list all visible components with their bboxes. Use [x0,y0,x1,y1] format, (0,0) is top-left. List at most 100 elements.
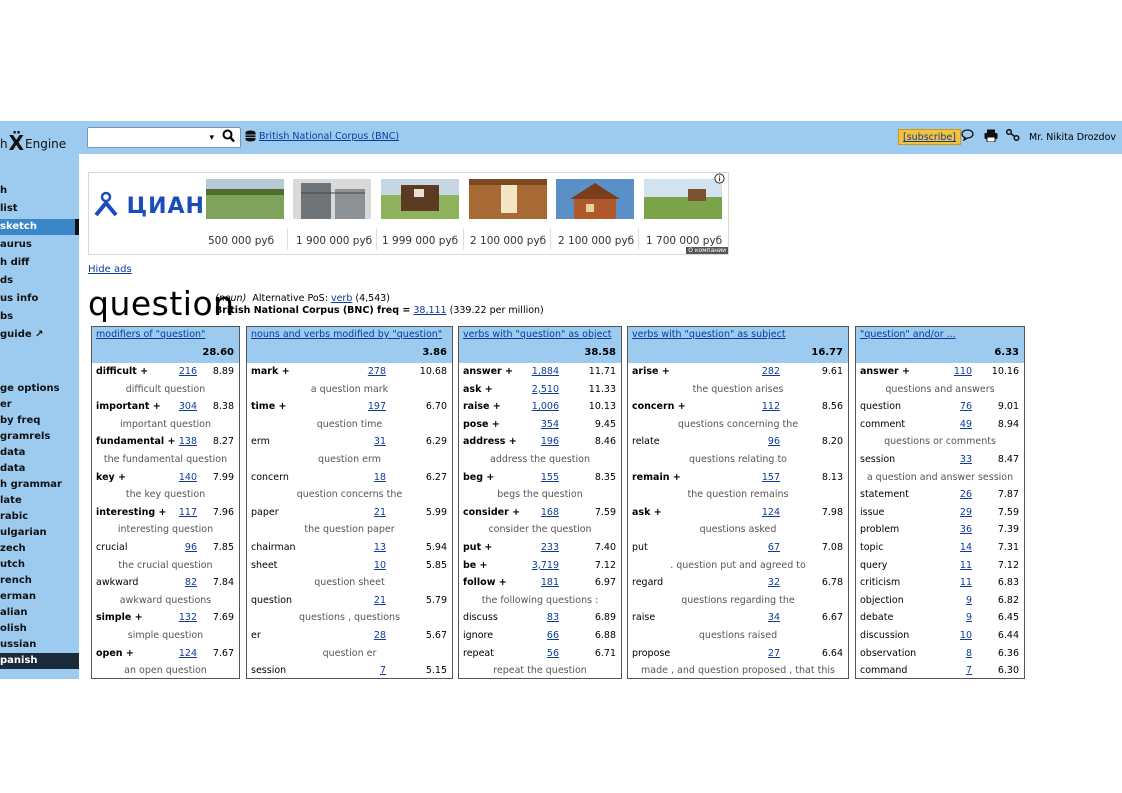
collocate-word[interactable]: follow + [463,577,507,588]
collocate-word[interactable]: concern [251,472,289,483]
sidebar-item-dutch[interactable]: utch [0,557,79,573]
column-title-link[interactable]: nouns and verbs modified by "question" [251,329,442,340]
ad-price-5[interactable]: 2 100 000 руб [558,235,634,247]
user-name[interactable]: Mr. Nikita Drozdov [1029,132,1116,143]
collocate-count-link[interactable]: 10 [356,560,386,571]
ad-price-4[interactable]: 2 100 000 руб [470,235,546,247]
print-icon[interactable] [984,129,998,145]
ad-banner[interactable]: ЦИАН 500 000 руб 1 900 000 руб 1 999 000… [88,172,729,255]
collocate-count-link[interactable]: 197 [356,401,386,412]
collocate-word[interactable]: session [251,665,286,676]
sidebar-item-data-2[interactable]: data [0,461,79,477]
collocate-word[interactable]: ask + [463,384,493,395]
sidebar-item-change-options[interactable]: ge options [0,381,79,397]
collocate-count-link[interactable]: 18 [356,472,386,483]
collocate-word[interactable]: put + [463,542,492,553]
sidebar-item-gramrels[interactable]: gramrels [0,429,79,445]
share-icon[interactable] [1005,128,1020,144]
collocate-word[interactable]: issue [860,507,884,518]
corpus-link[interactable]: British National Corpus (BNC) [259,131,399,142]
collocate-count-link[interactable]: 76 [942,401,972,412]
collocate-word[interactable]: statement [860,489,909,500]
collocate-count-link[interactable]: 34 [750,612,780,623]
collocate-count-link[interactable]: 14 [942,542,972,553]
collocate-word[interactable]: repeat [463,648,494,659]
collocate-count-link[interactable]: 31 [356,436,386,447]
chevron-down-icon[interactable]: ▾ [209,133,214,143]
sidebar-item-czech[interactable]: zech [0,541,79,557]
collocate-count-link[interactable]: 124 [750,507,780,518]
collocate-count-link[interactable]: 29 [942,507,972,518]
column-title-link[interactable]: verbs with "question" as subject [632,329,786,340]
collocate-count-link[interactable]: 138 [167,436,197,447]
collocate-word[interactable]: paper [251,507,279,518]
collocate-count-link[interactable]: 132 [167,612,197,623]
collocate-word[interactable]: relate [632,436,660,447]
collocate-word[interactable]: raise + [463,401,501,412]
collocate-count-link[interactable]: 28 [356,630,386,641]
collocate-count-link[interactable]: 1,884 [529,366,559,377]
collocate-count-link[interactable]: 140 [167,472,197,483]
collocate-count-link[interactable]: 304 [167,401,197,412]
info-icon[interactable] [714,173,725,187]
collocate-word[interactable]: erm [251,436,270,447]
collocate-count-link[interactable]: 110 [942,366,972,377]
sidebar-item-sort-by-freq[interactable]: by freq [0,413,79,429]
collocate-count-link[interactable]: 233 [529,542,559,553]
collocate-word[interactable]: ask + [632,507,662,518]
sidebar-item-filter[interactable]: er [0,397,79,413]
ad-photo-5[interactable] [556,179,634,219]
sidebar-item-spanish[interactable]: panish [0,653,79,669]
column-title-link[interactable]: modifiers of "question" [96,329,205,340]
collocate-count-link[interactable]: 168 [529,507,559,518]
ad-company-label[interactable]: О компании [686,247,728,254]
sidebar-item-sketch-diff[interactable]: h diff [0,255,79,271]
collocate-count-link[interactable]: 117 [167,507,197,518]
collocate-word[interactable]: comment [860,419,905,430]
collocate-word[interactable]: interesting + [96,507,166,518]
sidebar-item-arabic[interactable]: rabic [0,509,79,525]
collocate-count-link[interactable]: 3,719 [529,560,559,571]
collocate-count-link[interactable]: 32 [750,577,780,588]
collocate-word[interactable]: remain + [632,472,681,483]
collocate-word[interactable]: beg + [463,472,494,483]
collocate-word[interactable]: command [860,665,907,676]
collocate-count-link[interactable]: 26 [942,489,972,500]
ad-brand-logo[interactable]: ЦИАН [94,191,205,219]
hide-ads-link[interactable]: Hide ads [88,264,132,275]
collocate-count-link[interactable]: 83 [529,612,559,623]
collocate-count-link[interactable]: 9 [942,612,972,623]
collocate-word[interactable]: er [251,630,261,641]
collocate-word[interactable]: key + [96,472,126,483]
column-title-link[interactable]: "question" and/or ... [860,329,956,340]
collocate-word[interactable]: awkward [96,577,138,588]
collocate-word[interactable]: question [251,595,292,606]
collocate-count-link[interactable]: 11 [942,560,972,571]
collocate-word[interactable]: criticism [860,577,900,588]
collocate-word[interactable]: difficult + [96,366,148,377]
collocate-word[interactable]: topic [860,542,883,553]
collocate-word[interactable]: discussion [860,630,909,641]
collocate-count-link[interactable]: 27 [750,648,780,659]
collocate-count-link[interactable]: 66 [529,630,559,641]
sidebar-item-keywords[interactable]: ds [0,273,79,289]
sidebar-item-german[interactable]: erman [0,589,79,605]
collocate-word[interactable]: observation [860,648,916,659]
collocate-word[interactable]: raise [632,612,655,623]
sidebar-item-my-jobs[interactable]: bs [0,309,79,325]
ad-photo-3[interactable] [381,179,459,219]
collocate-count-link[interactable]: 9 [942,595,972,606]
collocate-word[interactable]: chairman [251,542,296,553]
sidebar-item-french[interactable]: rench [0,573,79,589]
sidebar-item-sketch-grammar[interactable]: h grammar [0,477,79,493]
collocate-word[interactable]: arise + [632,366,670,377]
collocate-count-link[interactable]: 216 [167,366,197,377]
collocate-count-link[interactable]: 36 [942,524,972,535]
subscribe-button[interactable]: [subscribe] [898,129,962,145]
collocate-word[interactable]: pose + [463,419,500,430]
sidebar-item-corpus-info[interactable]: us info [0,291,79,307]
collocate-word[interactable]: mark + [251,366,290,377]
sidebar-item-russian[interactable]: ussian [0,637,79,653]
collocate-count-link[interactable]: 82 [167,577,197,588]
collocate-count-link[interactable]: 33 [942,454,972,465]
